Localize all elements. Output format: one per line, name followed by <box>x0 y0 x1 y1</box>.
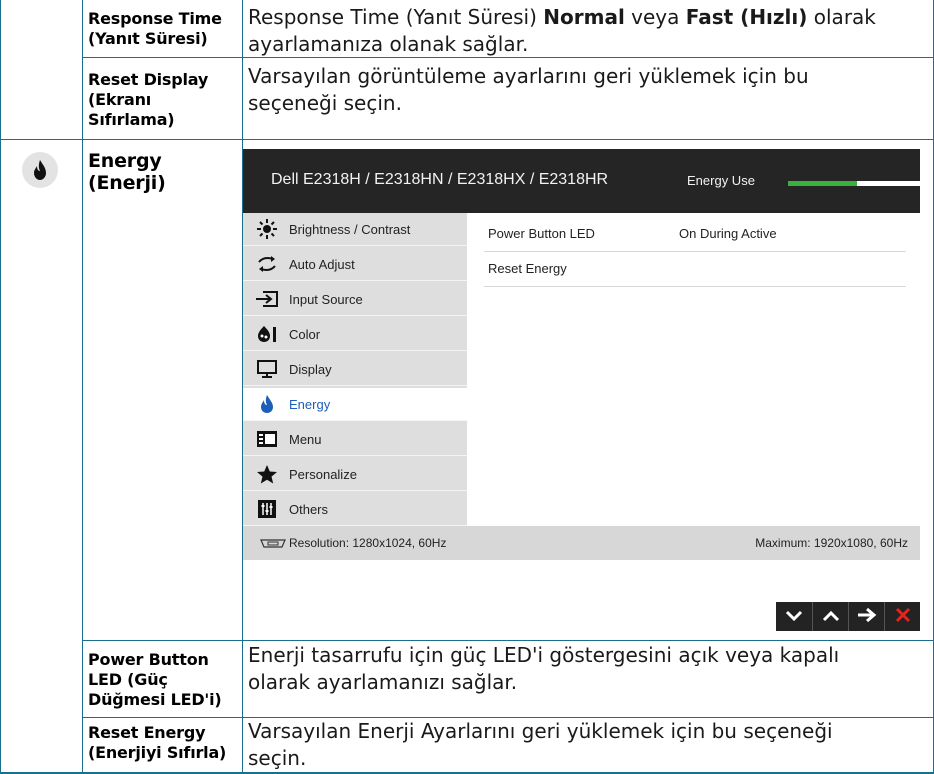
desc-power-button-led: Enerji tasarrufu için güç LED'i gösterge… <box>248 643 840 694</box>
energy-flame-icon <box>22 152 58 188</box>
osd-panel: Dell E2318H / E2318HN / E2318HX / E2318H… <box>243 149 920 631</box>
desc-reset-display: Varsayılan görüntüleme ayarlarını geri y… <box>248 64 809 115</box>
brightness-icon <box>255 219 279 239</box>
input-source-icon <box>255 289 279 309</box>
osd-menu: Brightness / Contrast Auto Adjust Input … <box>243 213 467 526</box>
menu-item-energy[interactable]: Energy <box>243 388 467 421</box>
menu-item-brightness-contrast[interactable]: Brightness / Contrast <box>243 213 467 246</box>
menu-item-label: Display <box>289 362 332 377</box>
energy-use-bar <box>788 181 920 186</box>
desc-response-time: Response Time (Yanıt Süresi) Normal veya… <box>248 5 876 56</box>
menu-item-label: Others <box>289 502 329 517</box>
table-border <box>82 0 83 774</box>
menu-item-label: Color <box>289 327 321 342</box>
term-reset-display: Reset Display (Ekranı Sıfırlama) <box>88 70 209 129</box>
osd-title: Dell E2318H / E2318HN / E2318HX / E2318H… <box>271 171 609 188</box>
menu-item-personalize[interactable]: Personalize <box>243 458 467 491</box>
close-icon <box>895 607 911 627</box>
energy-icon <box>255 394 279 414</box>
option-label: Power Button LED <box>488 226 595 241</box>
menu-item-color[interactable]: Color <box>243 318 467 351</box>
auto-adjust-icon <box>255 254 279 274</box>
menu-item-input-source[interactable]: Input Source <box>243 283 467 316</box>
menu-item-label: Energy <box>289 397 331 412</box>
nav-exit-button[interactable] <box>884 602 920 631</box>
osd-header: Dell E2318H / E2318HN / E2318HX / E2318H… <box>243 149 920 213</box>
option-power-button-led[interactable]: Power Button LED On During Active <box>484 217 906 252</box>
menu-item-others[interactable]: Others <box>243 493 467 526</box>
chevron-down-icon <box>785 607 803 626</box>
resolution-connector-icon <box>259 537 287 549</box>
menu-item-label: Auto Adjust <box>289 257 355 272</box>
menu-item-label: Menu <box>289 432 322 447</box>
color-icon <box>255 324 279 344</box>
energy-use-fill <box>788 181 857 186</box>
menu-item-menu[interactable]: Menu <box>243 423 467 456</box>
others-icon <box>255 499 279 519</box>
term-power-button-led: Power Button LED (Güç Düğmesi LED'i) <box>88 650 222 709</box>
arrow-right-icon <box>857 607 877 627</box>
menu-item-label: Personalize <box>289 467 357 482</box>
menu-icon <box>255 429 279 449</box>
term-response-time: Response Time (Yanıt Süresi) <box>88 9 222 48</box>
table-border <box>0 139 934 140</box>
option-reset-energy[interactable]: Reset Energy <box>484 252 906 287</box>
nav-up-button[interactable] <box>812 602 848 631</box>
resolution-text: Resolution: 1280x1024, 60Hz <box>289 536 447 550</box>
nav-enter-button[interactable] <box>848 602 884 631</box>
osd-options: Power Button LED On During Active Reset … <box>467 213 920 526</box>
table-border <box>0 0 1 774</box>
maximum-resolution-text: Maximum: 1920x1080, 60Hz <box>755 536 908 550</box>
menu-item-display[interactable]: Display <box>243 353 467 386</box>
desc-reset-energy: Varsayılan Enerji Ayarlarını geri yüklem… <box>248 719 833 770</box>
menu-item-label: Input Source <box>289 292 363 307</box>
option-label: Reset Energy <box>488 261 567 276</box>
energy-use-label: Energy Use <box>687 173 755 188</box>
display-icon <box>255 359 279 379</box>
osd-footer: Resolution: 1280x1024, 60Hz Maximum: 192… <box>243 526 920 560</box>
menu-item-label: Brightness / Contrast <box>289 222 411 237</box>
term-reset-energy: Reset Energy (Enerjiyi Sıfırla) <box>88 723 227 762</box>
star-icon <box>255 464 279 484</box>
table-border <box>82 640 934 641</box>
term-energy: Energy (Enerji) <box>88 150 166 194</box>
option-value: On During Active <box>679 226 777 241</box>
chevron-up-icon <box>822 607 840 626</box>
nav-down-button[interactable] <box>776 602 812 631</box>
menu-item-auto-adjust[interactable]: Auto Adjust <box>243 248 467 281</box>
